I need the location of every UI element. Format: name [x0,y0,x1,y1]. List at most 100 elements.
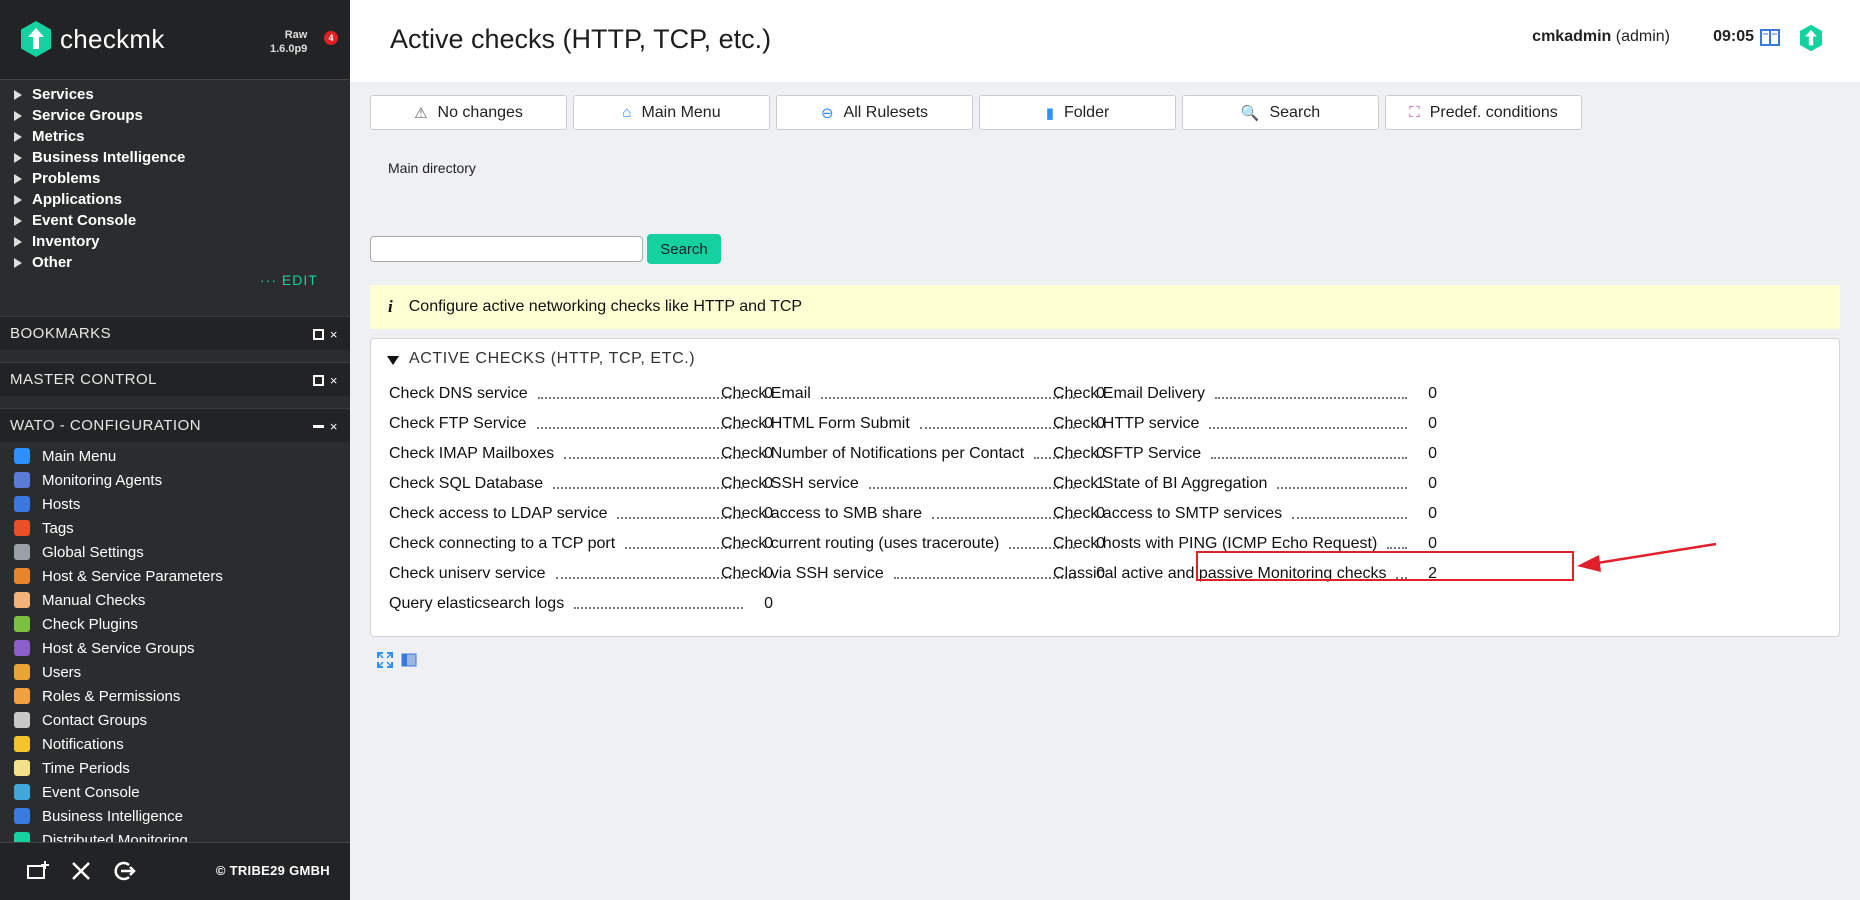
context-button[interactable]: ▮ Folder [979,95,1176,130]
expand-triangle-icon[interactable] [14,236,22,247]
ruleset-link[interactable]: Check uniserv service 0 [389,559,773,589]
expand-triangle-icon[interactable] [14,89,22,100]
ruleset-link[interactable]: Check SQL Database 0 [389,469,773,499]
sidebar-toggle-icon[interactable] [401,652,417,668]
ruleset-link[interactable]: Check Number of Notifications per Contac… [721,439,1105,469]
ruleset-label: Check IMAP Mailboxes [389,445,555,462]
wato-menu-item[interactable]: Users [0,660,350,684]
wato-menu-item[interactable]: Monitoring Agents [0,468,350,492]
ruleset-link[interactable]: Check FTP Service 0 [389,409,773,439]
ruleset-link[interactable]: Check current routing (uses traceroute) 0 [721,529,1105,559]
ruleset-link[interactable]: Check State of BI Aggregation 0 [1053,469,1437,499]
wato-menu-item[interactable]: Notifications [0,732,350,756]
checkmk-home-icon[interactable] [1798,24,1824,52]
expand-triangle-icon[interactable] [14,110,22,121]
ruleset-link[interactable]: Query elasticsearch logs 0 [389,589,773,619]
maximize-icon[interactable] [312,375,324,386]
sidebar-view-item[interactable]: Services [0,84,350,105]
sidebar-view-item[interactable]: Business Intelligence [0,147,350,168]
wato-menu-item[interactable]: Host & Service Parameters [0,564,350,588]
logout-icon[interactable] [111,859,137,885]
search-input[interactable] [370,236,643,262]
wato-menu-item[interactable]: Time Periods [0,756,350,780]
user-info[interactable]: cmkadmin (admin) [1532,28,1670,46]
wato-menu-item[interactable]: Global Settings [0,540,350,564]
wato-menu-item[interactable]: Business Intelligence [0,804,350,828]
add-snapin-icon[interactable] [25,859,51,885]
collapse-triangle-icon[interactable] [387,356,399,365]
ruleset-link[interactable]: Check connecting to a TCP port 0 [389,529,773,559]
wato-menu-item[interactable]: Event Console [0,780,350,804]
ruleset-label: Check HTTP service [1053,415,1200,432]
sidebar-view-label: Applications [32,191,123,208]
wato-menu-item[interactable]: Contact Groups [0,708,350,732]
ruleset-link[interactable]: Check SSH service 1 [721,469,1105,499]
expand-triangle-icon[interactable] [14,215,22,226]
ruleset-link[interactable]: Check access to LDAP service 0 [389,499,773,529]
sidebar-view-item[interactable]: Inventory [0,231,350,252]
wato-menu-item[interactable]: Manual Checks [0,588,350,612]
ruleset-label: Check DNS service [389,385,528,402]
close-icon[interactable]: × [330,419,338,434]
ruleset-link[interactable]: Check via SSH service 0 [721,559,1105,589]
ruleset-column: Check Email 0 Check HTML Form Submit 0 Check… [721,379,1105,589]
panel-header[interactable]: ACTIVE CHECKS (HTTP, TCP, ETC.) [387,350,695,368]
minimize-icon[interactable] [312,425,324,428]
ruleset-link[interactable]: Check HTML Form Submit 0 [721,409,1105,439]
sidebar-header: checkmk Raw 1.6.0p9 4 [0,0,350,80]
ruleset-link[interactable]: Check HTTP service 0 [1053,409,1437,439]
event-console-icon [14,784,30,800]
wato-menu-item[interactable]: Tags [0,516,350,540]
bookmarks-snapin-header[interactable]: BOOKMARKS × [0,316,350,350]
werk-badge[interactable]: 4 [324,31,338,45]
expand-triangle-icon[interactable] [14,257,22,268]
sidebar-view-item[interactable]: Applications [0,189,350,210]
ruleset-link[interactable]: Check Email Delivery 0 [1053,379,1437,409]
wato-menu-item[interactable]: Check Plugins [0,612,350,636]
version-label: 1.6.0p9 [270,43,308,55]
ruleset-link[interactable]: Check access to SMTP services 0 [1053,499,1437,529]
search-button[interactable]: Search [647,234,721,264]
sidebar-view-item[interactable]: Event Console [0,210,350,231]
close-icon[interactable]: × [330,373,338,388]
wato-menu-item[interactable]: Host & Service Groups [0,636,350,660]
expand-triangle-icon[interactable] [14,152,22,163]
context-button[interactable]: ⛶ Predef. conditions [1385,95,1582,130]
sidebar-view-item[interactable]: Metrics [0,126,350,147]
ruleset-link[interactable]: Check IMAP Mailboxes 0 [389,439,773,469]
ruleset-link[interactable]: Check DNS service 0 [389,379,773,409]
edit-views-link[interactable]: ··· EDIT [260,272,318,288]
tools-icon[interactable] [68,859,94,885]
leader-dots [553,487,743,489]
ruleset-label: Check access to SMB share [721,505,922,522]
wato-snapin-header[interactable]: WATO - CONFIGURATION × [0,408,350,442]
fullscreen-icon[interactable] [377,652,393,668]
master-control-snapin-header[interactable]: MASTER CONTROL × [0,362,350,396]
ruleset-link[interactable]: Check access to SMB share 0 [721,499,1105,529]
ruleset-link[interactable]: Check Email 0 [721,379,1105,409]
context-button[interactable]: 🔍 Search [1182,95,1379,130]
sidebar-view-item[interactable]: Problems [0,168,350,189]
close-icon[interactable]: × [330,327,338,342]
sidebar-view-item[interactable]: Other [0,252,350,273]
wato-menu-item[interactable]: Main Menu [0,444,350,468]
context-button[interactable]: ⊖ All Rulesets [776,95,973,130]
checkmk-logo[interactable]: checkmk [20,20,165,58]
wato-menu-item[interactable]: Roles & Permissions [0,684,350,708]
expand-triangle-icon[interactable] [14,194,22,205]
help-book-icon[interactable] [1760,29,1780,46]
leader-dots [868,487,1075,489]
version-info[interactable]: Raw 1.6.0p9 [270,28,307,56]
wato-menu-item[interactable]: Hosts [0,492,350,516]
ruleset-label: Check FTP Service [389,415,527,432]
ruleset-link[interactable]: Check SFTP Service 0 [1053,439,1437,469]
expand-triangle-icon[interactable] [14,173,22,184]
expand-triangle-icon[interactable] [14,131,22,142]
maximize-icon[interactable] [312,329,324,340]
sidebar-view-label: Service Groups [32,107,143,124]
context-button[interactable]: ⌂ Main Menu [573,95,770,130]
sidebar-view-item[interactable]: Service Groups [0,105,350,126]
edition-label: Raw [284,29,308,41]
breadcrumb[interactable]: Main directory [388,160,476,176]
context-button[interactable]: ⚠ No changes [370,95,567,130]
